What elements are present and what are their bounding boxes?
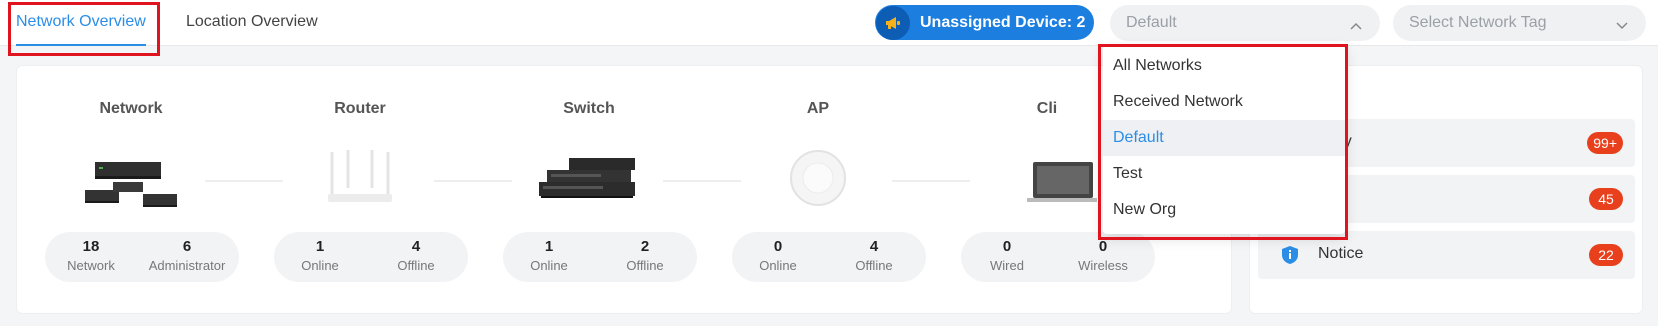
- network-count-label: Network: [67, 258, 115, 273]
- shield-info-icon: [1281, 245, 1299, 270]
- alert-notice-label: Notice: [1318, 245, 1364, 262]
- wired-count: 0: [1002, 238, 1012, 255]
- ap-stats: 0 Online 4 Offline: [732, 232, 926, 282]
- switch-stats: 1 Online 2 Offline: [503, 232, 697, 282]
- network-select-value: Default: [1126, 14, 1177, 31]
- tab-network-overview[interactable]: Network Overview: [16, 10, 146, 46]
- wireless-count: 0: [1098, 238, 1108, 255]
- network-devices-image: [85, 162, 177, 207]
- router-offline-count: 4: [411, 238, 421, 255]
- tab-location-overview-label: Location Overview: [186, 13, 318, 30]
- switch-title: Switch: [563, 100, 615, 117]
- alert-row-notice[interactable]: Notice 22: [1258, 231, 1635, 279]
- wired-label: Wired: [990, 258, 1024, 273]
- switch-offline-label: Offline: [626, 258, 664, 273]
- wireless-label: Wireless: [1078, 258, 1128, 273]
- dropdown-item-test[interactable]: Test: [1103, 156, 1345, 192]
- dropdown-item-default[interactable]: Default: [1103, 120, 1345, 156]
- unassigned-device-button[interactable]: Unassigned Device: 2: [875, 5, 1094, 40]
- clients-stats: 0 Wired 0 Wireless: [961, 232, 1155, 282]
- switch-online-count: 1: [544, 238, 554, 255]
- ap-title: AP: [806, 100, 830, 117]
- network-tag-select[interactable]: Select Network Tag: [1393, 5, 1646, 41]
- switch-offline-count: 2: [640, 238, 650, 255]
- switch-image: [539, 158, 635, 198]
- router-stats: 1 Online 4 Offline: [274, 232, 468, 282]
- router-image: [328, 150, 392, 202]
- router-column: Router 1 Online 4 Offline: [262, 66, 468, 315]
- chevron-down-icon: [1616, 17, 1628, 35]
- overview-card: Network 18 Network 6 Administrator Route…: [16, 65, 1232, 314]
- ap-online-label: Online: [759, 258, 797, 273]
- tab-network-overview-label: Network Overview: [16, 13, 146, 30]
- alert-warning-badge: 45: [1589, 188, 1623, 210]
- ap-offline-label: Offline: [855, 258, 893, 273]
- top-bar: Network Overview Location Overview Unass…: [0, 0, 1658, 46]
- dropdown-item-new-org[interactable]: New Org: [1103, 192, 1345, 228]
- chevron-up-icon: [1350, 17, 1362, 35]
- router-offline-label: Offline: [397, 258, 435, 273]
- alert-notice-badge: 22: [1589, 244, 1623, 266]
- laptop-image: [1027, 162, 1097, 202]
- network-dropdown-menu: All Networks Received Network Default Te…: [1103, 46, 1345, 234]
- access-point-image: [790, 150, 846, 206]
- megaphone-icon: [876, 5, 910, 40]
- ap-offline-count: 4: [869, 238, 879, 255]
- router-title: Router: [334, 100, 386, 117]
- active-tab-underline: [16, 44, 146, 46]
- tab-location-overview[interactable]: Location Overview: [186, 10, 318, 34]
- network-tag-placeholder: Select Network Tag: [1409, 14, 1547, 31]
- administrator-count: 6: [182, 238, 192, 255]
- ap-online-count: 0: [773, 238, 783, 255]
- administrator-count-label: Administrator: [148, 258, 226, 273]
- network-title: Network: [99, 100, 163, 117]
- ap-column: AP 0 Online 4 Offline: [720, 66, 926, 315]
- router-online-label: Online: [301, 258, 339, 273]
- dropdown-item-received-network[interactable]: Received Network: [1103, 84, 1345, 120]
- switch-column: Switch 1 Online 2 Offline: [491, 66, 697, 315]
- router-online-count: 1: [315, 238, 325, 255]
- network-column: Network 18 Network 6 Administrator: [33, 66, 239, 315]
- alert-emergency-badge: 99+: [1587, 132, 1623, 154]
- network-stats: 18 Network 6 Administrator: [45, 232, 239, 282]
- unassigned-device-label: Unassigned Device: 2: [920, 13, 1086, 31]
- dropdown-item-all-networks[interactable]: All Networks: [1103, 48, 1345, 84]
- network-select[interactable]: Default: [1110, 5, 1380, 41]
- switch-online-label: Online: [530, 258, 568, 273]
- network-count: 18: [82, 238, 100, 255]
